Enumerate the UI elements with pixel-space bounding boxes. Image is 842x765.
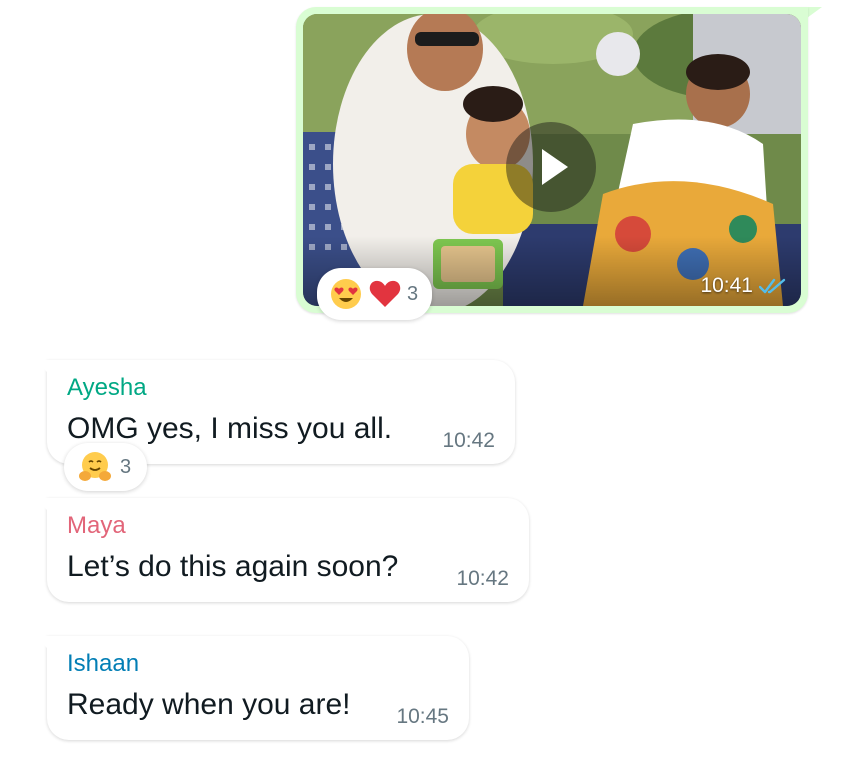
message-time: 10:45 — [396, 705, 449, 728]
reaction-pill[interactable]: 3 — [64, 443, 148, 491]
sender-name[interactable]: Ayesha — [67, 374, 147, 402]
video-thumbnail[interactable]: 10:41 — [303, 14, 801, 306]
message-time: 10:42 — [442, 429, 495, 452]
bubble-tail — [35, 360, 49, 374]
message-text: OMG yes, I miss you all. — [67, 412, 393, 445]
reaction-pill[interactable]: 3 — [317, 268, 433, 320]
media-meta: 10:41 — [700, 274, 787, 298]
play-icon — [542, 149, 568, 185]
reaction-count: 3 — [407, 282, 419, 305]
incoming-message[interactable]: Ishaan Ready when you are! 10:45 — [35, 636, 469, 740]
bubble-tail — [35, 636, 49, 650]
reaction-count: 3 — [120, 455, 132, 478]
message-text: Let’s do this again soon? — [67, 550, 399, 583]
heart-eyes-emoji-icon — [331, 279, 361, 309]
red-heart-icon — [369, 280, 401, 307]
hugging-face-emoji-icon — [79, 452, 111, 481]
message-time: 10:42 — [456, 567, 509, 590]
sender-name[interactable]: Maya — [67, 512, 126, 540]
message-text: Ready when you are! — [67, 688, 351, 721]
play-button[interactable] — [506, 122, 596, 212]
bubble-tail — [35, 498, 49, 512]
incoming-message[interactable]: Maya Let’s do this again soon? 10:42 — [35, 498, 529, 602]
double-check-read-icon — [759, 278, 786, 294]
sender-name[interactable]: Ishaan — [67, 650, 139, 678]
message-time: 10:41 — [700, 274, 753, 297]
